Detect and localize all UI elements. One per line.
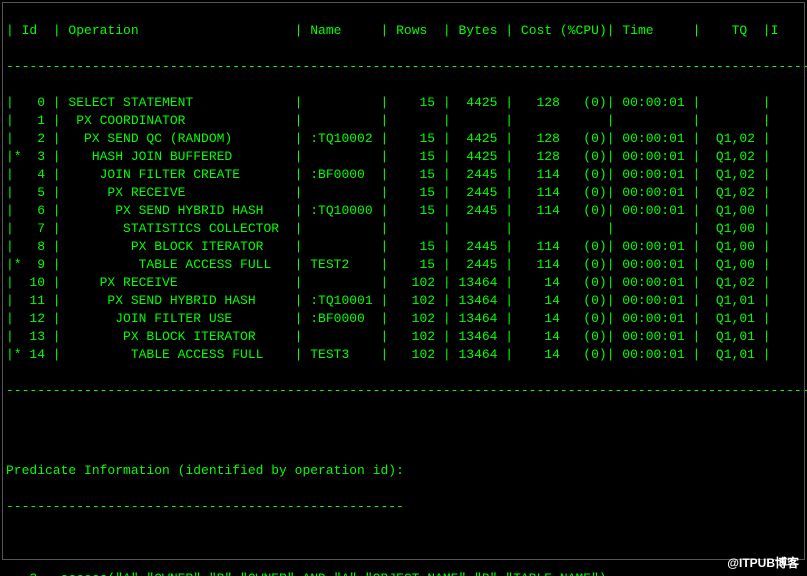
plan-row: | 10 | PX RECEIVE | | 102 | 13464 | 14 (… <box>6 274 801 292</box>
plan-header: | Id | Operation | Name | Rows | Bytes |… <box>6 22 801 40</box>
plan-row: |* 3 | HASH JOIN BUFFERED | | 15 | 4425 … <box>6 148 801 166</box>
plan-row: | 6 | PX SEND HYBRID HASH | :TQ10000 | 1… <box>6 202 801 220</box>
plan-row: | 7 | STATISTICS COLLECTOR | | | | | | Q… <box>6 220 801 238</box>
plan-row: | 13 | PX BLOCK ITERATOR | | 102 | 13464… <box>6 328 801 346</box>
plan-row: |* 9 | TABLE ACCESS FULL | TEST2 | 15 | … <box>6 256 801 274</box>
predicate-underline: ----------------------------------------… <box>6 498 801 516</box>
plan-body: | 0 | SELECT STATEMENT | | 15 | 4425 | 1… <box>6 94 801 364</box>
terminal-output: | Id | Operation | Name | Rows | Bytes |… <box>0 0 807 576</box>
plan-divider-bottom: ----------------------------------------… <box>6 382 801 400</box>
plan-row: | 4 | JOIN FILTER CREATE | :BF0000 | 15 … <box>6 166 801 184</box>
plan-row: | 5 | PX RECEIVE | | 15 | 2445 | 114 (0)… <box>6 184 801 202</box>
blank-line <box>6 534 801 552</box>
plan-row: | 0 | SELECT STATEMENT | | 15 | 4425 | 1… <box>6 94 801 112</box>
predicate-section: Predicate Information (identified by ope… <box>6 444 801 576</box>
plan-row: | 12 | JOIN FILTER USE | :BF0000 | 102 |… <box>6 310 801 328</box>
predicate-line: 3 - access("A"."OWNER"="B"."OWNER" AND "… <box>6 570 801 576</box>
plan-row: | 1 | PX COORDINATOR | | | | | | | <box>6 112 801 130</box>
plan-divider: ----------------------------------------… <box>6 58 801 76</box>
plan-row: |* 14 | TABLE ACCESS FULL | TEST3 | 102 … <box>6 346 801 364</box>
plan-row: | 2 | PX SEND QC (RANDOM) | :TQ10002 | 1… <box>6 130 801 148</box>
plan-row: | 8 | PX BLOCK ITERATOR | | 15 | 2445 | … <box>6 238 801 256</box>
predicate-title: Predicate Information (identified by ope… <box>6 462 801 480</box>
watermark: @ITPUB博客 <box>727 554 799 572</box>
plan-row: | 11 | PX SEND HYBRID HASH | :TQ10001 | … <box>6 292 801 310</box>
